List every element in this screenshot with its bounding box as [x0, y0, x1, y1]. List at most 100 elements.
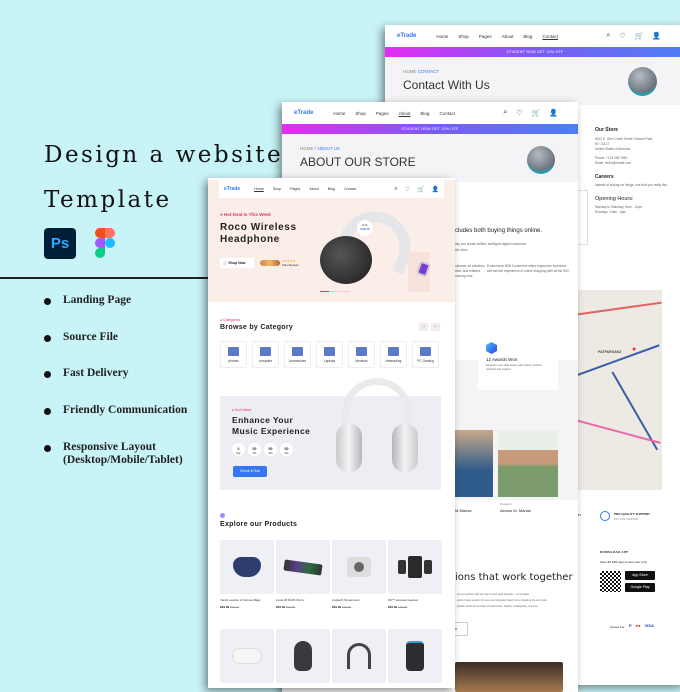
cart-icon[interactable]: 🛒 — [417, 186, 424, 193]
products-tag-icon — [220, 513, 225, 518]
feature-label: Fast Delivery — [63, 367, 129, 379]
home-page-mockup: eTrade Home Shop Pages About Blog Contac… — [208, 178, 455, 688]
category-accessories[interactable]: Accessories — [284, 341, 311, 368]
crumb-home[interactable]: HOME — [403, 69, 417, 74]
nav-blog[interactable]: Blog — [420, 111, 429, 116]
nav-about[interactable]: About — [309, 187, 318, 191]
product-card[interactable] — [276, 629, 330, 683]
paypal-icon: P — [629, 623, 632, 628]
smart-speaker-image — [406, 641, 424, 671]
payment-icons: P ●● VISA — [629, 623, 654, 628]
about-col1: ustomer-ed solutions ants, and retailers o… — [455, 264, 485, 278]
google-play-button[interactable]: Google Play — [625, 583, 655, 592]
search-icon[interactable]: ⌕ — [503, 109, 507, 117]
hero-tag: ● Hot Deal In This Week — [220, 212, 271, 217]
hero-tag-label: Hot Deal In This Week — [223, 212, 271, 217]
nav-home[interactable]: Home — [254, 187, 264, 191]
app-store-button[interactable]: App Store — [625, 571, 655, 580]
product-card[interactable]: 3D™ wireless headset $29.99 $49.99 — [388, 540, 442, 609]
product-card[interactable] — [220, 629, 274, 683]
promo-bar: STUDENT NOW GET 10% OFF — [385, 47, 680, 57]
category-pc-gaming[interactable]: PC Gaming — [412, 341, 439, 368]
nav-pages[interactable]: Pages — [290, 187, 300, 191]
heart-icon[interactable]: ♡ — [405, 186, 410, 193]
store-heading: Our Store — [595, 127, 619, 133]
user-icon[interactable]: 👤 — [652, 32, 661, 40]
logo[interactable]: eTrade — [224, 186, 240, 192]
nav-blog[interactable]: Blog — [523, 34, 532, 39]
nav-pages[interactable]: Pages — [376, 111, 389, 116]
category-laptops[interactable]: Laptops — [316, 341, 343, 368]
product-card[interactable]: Yantiti Leather & Canvas Bags $29.99 $49.… — [220, 540, 274, 609]
logo[interactable]: eTrade — [294, 110, 313, 116]
deal-tag: ● Don't Miss!! — [232, 408, 252, 412]
page-banner: HOME / ABOUT US ABOUT OUR STORE — [282, 134, 578, 182]
product-card[interactable]: Level 20 RGB Cherry $29.99 $49.99 — [276, 540, 330, 609]
hours-line: Sundays: 10am - 6pm — [595, 210, 627, 214]
cart-icon[interactable]: 🛒 — [532, 109, 541, 117]
category-monitors[interactable]: Monitors — [348, 341, 375, 368]
team-name: M.Manas — [455, 508, 472, 513]
feature-label: Friendly Communication — [63, 404, 188, 416]
shop-now-button[interactable]: 🛒 Shop Now — [220, 258, 254, 268]
category-computer[interactable]: computer — [252, 341, 279, 368]
logo[interactable]: eTrade — [397, 33, 416, 39]
nav-shop[interactable]: Shop — [355, 111, 366, 116]
bullet-icon — [44, 445, 51, 452]
price-badge: From $49.00 — [357, 220, 373, 236]
nav-about[interactable]: About — [502, 34, 514, 39]
speaker-image — [628, 67, 657, 96]
nav-shop[interactable]: Shop — [458, 34, 469, 39]
search-icon[interactable]: ⌕ — [394, 186, 397, 193]
prev-arrow-button[interactable]: ← — [431, 323, 440, 331]
user-icon[interactable]: 👤 — [549, 109, 558, 117]
breadcrumb: HOME / ABOUT US — [300, 146, 340, 151]
category-networking[interactable]: Networking — [380, 341, 407, 368]
category-phones[interactable]: phones — [220, 341, 247, 368]
over-ear-headphone-image — [336, 378, 418, 474]
download-heading: DOWNLOAD APP — [600, 550, 629, 554]
accept-label: Accept For — [610, 625, 625, 629]
product-grid-row2 — [220, 629, 442, 683]
feature-item: Landing Page — [44, 294, 131, 306]
speakers-image — [408, 556, 422, 578]
product-card[interactable] — [332, 629, 386, 683]
address-line: United States of America — [595, 147, 631, 151]
heart-icon[interactable]: ♡ — [619, 32, 625, 40]
footer-service: PRO-QUALITY SUPPORT — [614, 512, 650, 516]
slider-dots[interactable] — [320, 291, 350, 292]
nav-home[interactable]: Home — [436, 34, 448, 39]
heart-icon[interactable]: ♡ — [516, 109, 522, 117]
award-title: 12 Awards Won — [486, 357, 518, 362]
nav-contact[interactable]: Contact — [344, 187, 356, 191]
nav-blog[interactable]: Blog — [328, 187, 335, 191]
headline-line1: Design a website — [44, 142, 284, 168]
team-photo — [498, 430, 558, 497]
user-icon[interactable]: 👤 — [432, 186, 439, 193]
careers-heading: Careers — [595, 174, 614, 180]
search-icon[interactable]: ⌕ — [606, 32, 610, 40]
product-card[interactable] — [388, 629, 442, 683]
nav-about[interactable]: About — [399, 111, 411, 116]
crumb-home[interactable]: HOME — [300, 146, 314, 151]
nav-home[interactable]: Home — [333, 111, 345, 116]
nav-pages[interactable]: Pages — [479, 34, 492, 39]
cart-icon[interactable]: 🛒 — [635, 32, 644, 40]
award-text: Empower your sales teams with industry t… — [486, 364, 542, 371]
keyboard-image — [283, 558, 323, 576]
next-arrow-button[interactable]: → — [419, 323, 428, 331]
nav-shop[interactable]: Shop — [273, 187, 281, 191]
check-it-out-button[interactable]: Check it Out! — [233, 466, 267, 477]
footer-service-sub: 24/7 LIVE SUPPORT — [614, 518, 639, 521]
email[interactable]: Email: Hello@etrade.com — [595, 161, 680, 166]
navbar: eTrade Home Shop Pages About Blog Contac… — [219, 180, 444, 198]
nav-contact[interactable]: Contact — [542, 34, 558, 39]
nav-contact[interactable]: Contact — [439, 111, 455, 116]
category-list: phones computer Accessories Laptops Moni… — [220, 341, 439, 368]
product-card[interactable]: Logitech Streamcam $29.99 $49.99 — [332, 540, 386, 609]
hero-title: Roco Wireless Headphone — [220, 222, 297, 245]
bullet-icon — [44, 335, 51, 342]
bullet-icon — [44, 371, 51, 378]
store-map[interactable]: PATPARGANJ ● — [570, 290, 662, 490]
map-pin-icon: ● — [632, 346, 637, 353]
